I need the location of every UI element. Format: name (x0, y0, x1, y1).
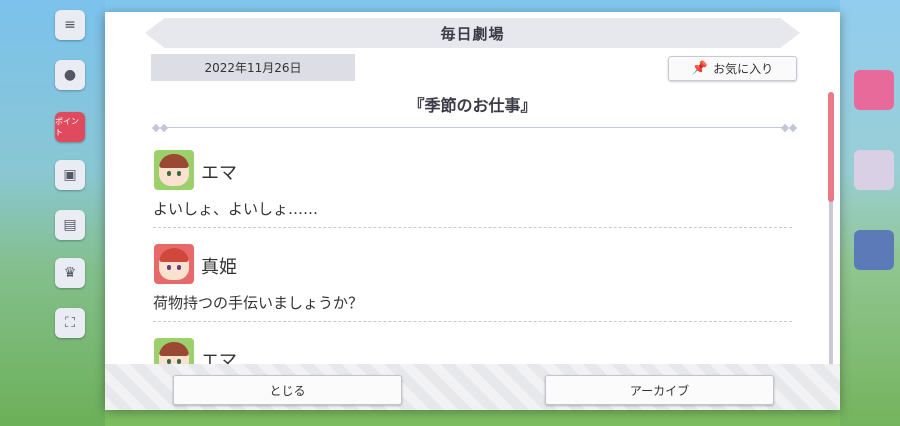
trophy-icon[interactable]: ♛ (55, 258, 85, 288)
archive-button[interactable]: アーカイブ (545, 375, 774, 405)
favorite-button[interactable]: 📌 お気に入り (668, 56, 797, 81)
dialog-title: 毎日劇場 (440, 24, 505, 43)
shop-icon[interactable]: ▤ (55, 210, 85, 240)
event-badge[interactable]: ポイント (55, 112, 85, 142)
entry-separator (153, 227, 792, 228)
right-menu-icon[interactable] (854, 70, 894, 110)
speaker-name: エマ (201, 351, 237, 364)
gift-icon[interactable]: ▣ (55, 160, 85, 190)
dialogue-text: 荷物持つの手伝いましょうか？ (153, 294, 364, 312)
right-menu-icon-3[interactable] (854, 230, 894, 270)
date-label: 2022年11月26日 (151, 54, 355, 81)
speaker-name: エマ (201, 163, 237, 184)
favorite-button-label: お気に入り (713, 62, 774, 76)
dialogue-entry: エマ よいしょ、よいしょ…… (145, 142, 800, 236)
scrollbar-thumb[interactable] (828, 92, 834, 202)
maki-avatar (154, 244, 194, 284)
menu-icon[interactable]: ≡ (55, 10, 85, 40)
entry-separator (153, 321, 792, 322)
speaker-name: 真姫 (201, 257, 237, 278)
dialogue-scroll-area[interactable]: エマ よいしょ、よいしょ…… 真姫 荷物持つの手伝いましょうか？ エマ (145, 142, 800, 364)
title-ribbon: 毎日劇場 (145, 18, 800, 48)
emma-avatar (154, 338, 194, 364)
pin-icon: 📌 (691, 61, 709, 76)
background-left (0, 0, 105, 426)
dialogue-entry: エマ (145, 330, 800, 364)
background-right (840, 0, 900, 426)
close-button[interactable]: とじる (173, 375, 402, 405)
expand-icon[interactable]: ⛶ (55, 308, 85, 338)
event-badge-label: ポイント (55, 117, 79, 137)
dialogue-entry: 真姫 荷物持つの手伝いましょうか？ (145, 236, 800, 330)
daily-theater-dialog: 毎日劇場 2022年11月26日 📌 お気に入り 『季節のお仕事』 エマ よいし… (105, 12, 840, 410)
title-divider (151, 123, 798, 133)
emma-avatar (154, 150, 194, 190)
chat-icon[interactable]: ● (55, 60, 85, 90)
story-title: 『季節のお仕事』 (408, 96, 537, 115)
right-menu-icon-2[interactable] (854, 150, 894, 190)
dialogue-text: よいしょ、よいしょ…… (153, 200, 319, 218)
